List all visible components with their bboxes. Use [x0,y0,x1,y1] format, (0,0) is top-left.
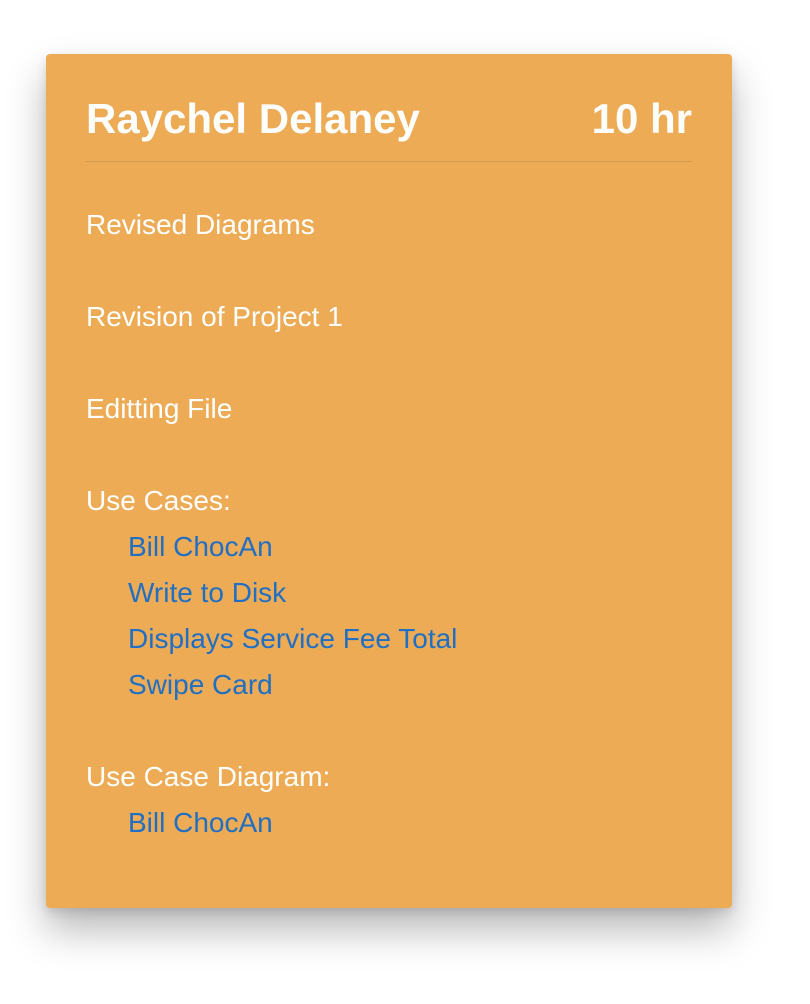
list-item: Displays Service Fee Total [128,616,692,662]
use-case-link-swipe-card[interactable]: Swipe Card [128,669,273,700]
card-body: Revised Diagrams Revision of Project 1 E… [86,162,692,846]
task-item: Editting File [86,393,233,424]
hours-total: 10 hr [591,95,692,142]
use-cases-list: Bill ChocAn Write to Disk Displays Servi… [86,524,692,708]
use-case-diagram-list: Bill ChocAn [86,800,692,846]
use-cases-label: Use Cases: [86,485,231,516]
list-item: Bill ChocAn [128,524,692,570]
task-item: Revision of Project 1 [86,301,343,332]
member-name: Raychel Delaney [86,95,420,142]
card-header: Raychel Delaney 10 hr [86,54,692,162]
task-item: Revised Diagrams [86,209,315,240]
list-item: Bill ChocAn [128,800,692,846]
list-item: Write to Disk [128,570,692,616]
use-case-link-bill-chocan[interactable]: Bill ChocAn [128,531,273,562]
use-case-link-displays-service-fee-total[interactable]: Displays Service Fee Total [128,623,457,654]
use-case-diagram-label: Use Case Diagram: [86,761,331,792]
member-card: Raychel Delaney 10 hr Revised Diagrams R… [46,54,732,908]
list-item: Swipe Card [128,662,692,708]
use-case-diagram-link-bill-chocan[interactable]: Bill ChocAn [128,807,273,838]
use-case-link-write-to-disk[interactable]: Write to Disk [128,577,286,608]
